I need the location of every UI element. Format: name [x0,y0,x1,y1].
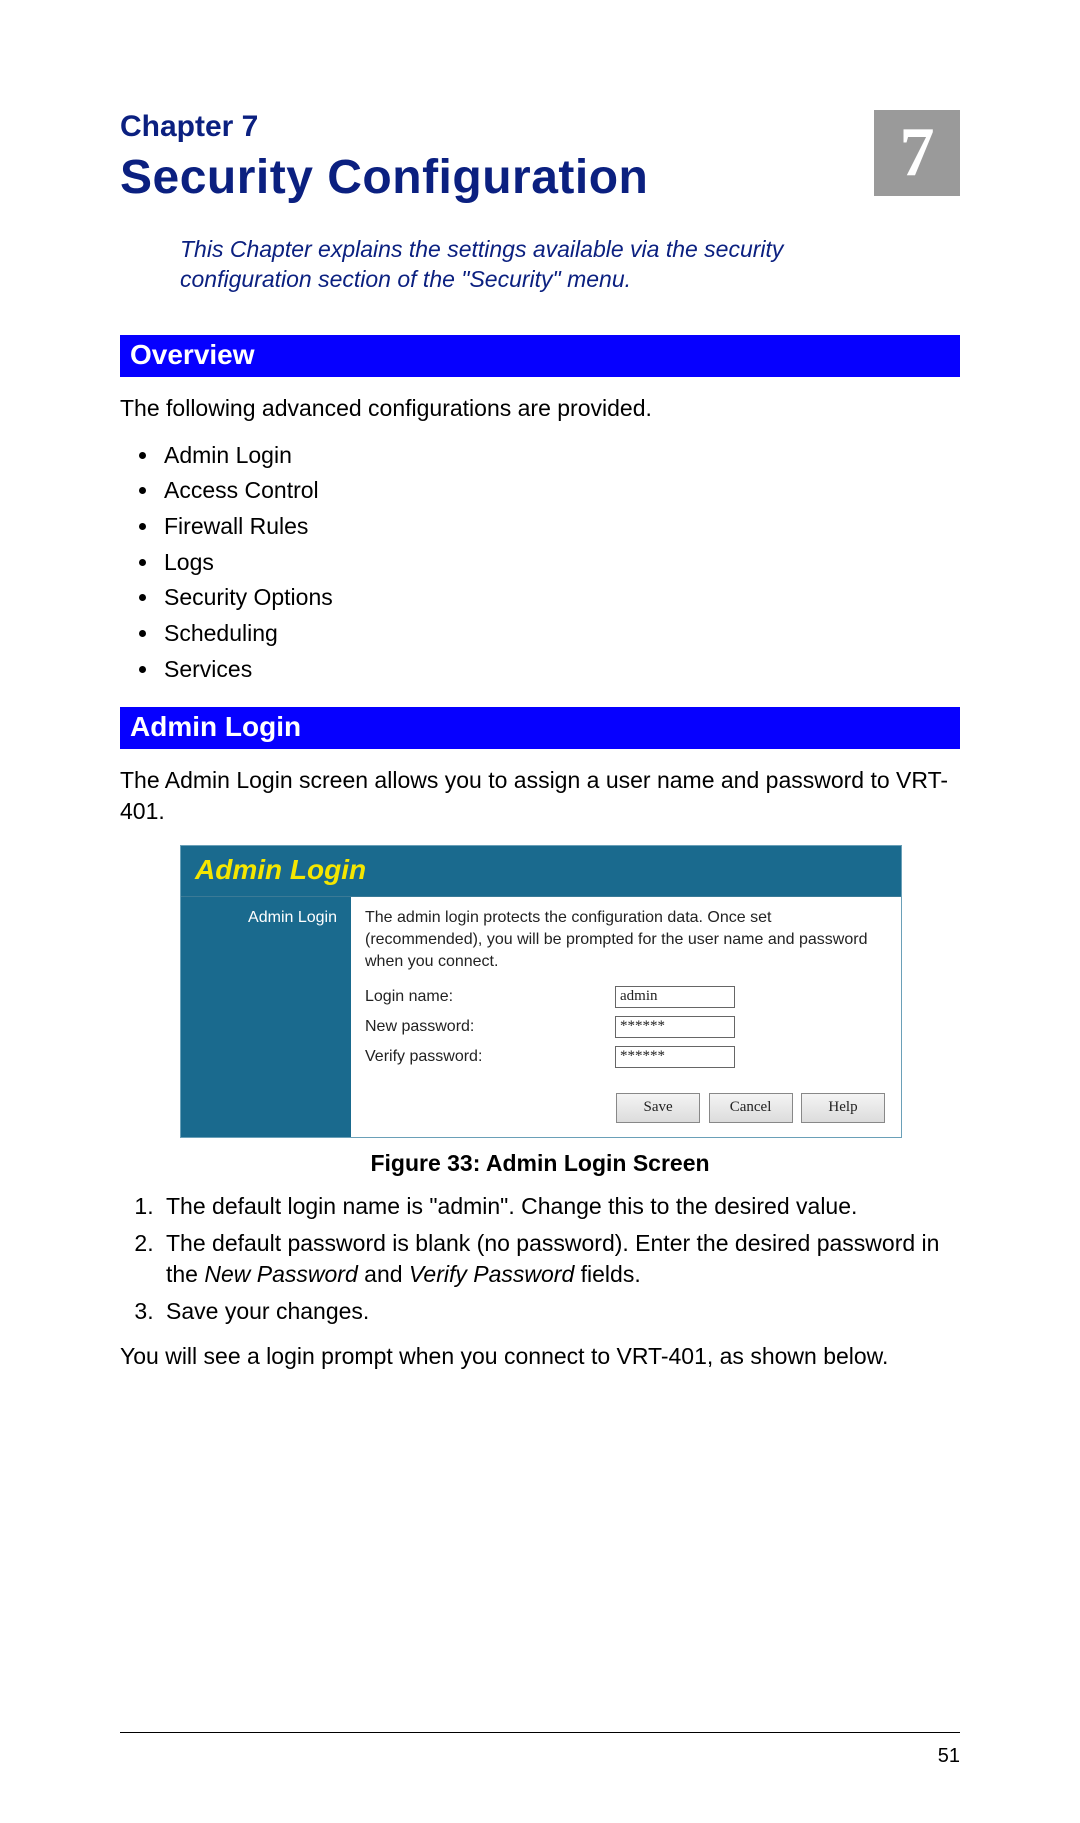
footer-rule [120,1732,960,1733]
step-item: The default login name is "admin". Chang… [160,1191,960,1222]
new-password-input[interactable]: ****** [615,1016,735,1038]
admin-login-panel: Admin Login Admin Login The admin login … [180,845,902,1138]
step-text-italic: Verify Password [409,1261,574,1287]
admin-description-text: The admin login protects the configurati… [365,907,885,972]
new-password-row: New password: ****** [365,1016,885,1038]
list-item: Services [160,652,960,688]
admin-panel-form-area: The admin login protects the configurati… [351,897,901,1137]
new-password-label: New password: [365,1018,615,1036]
chapter-intro-text: This Chapter explains the settings avail… [180,235,900,295]
section-heading-overview: Overview [120,335,960,377]
step-text-italic: New Password [204,1261,357,1287]
admin-button-row: Save Cancel Help [365,1092,885,1123]
step-item: The default password is blank (no passwo… [160,1228,960,1290]
list-item: Security Options [160,580,960,616]
admin-panel-titlebar: Admin Login [181,846,901,897]
step-text: fields. [574,1261,640,1287]
admin-panel-sidebar: Admin Login [181,897,351,1137]
steps-list: The default login name is "admin". Chang… [160,1191,960,1327]
admin-login-figure: Admin Login Admin Login The admin login … [180,845,900,1138]
admin-login-lead-text: The Admin Login screen allows you to ass… [120,765,960,827]
document-page: Chapter 7 Security Configuration 7 This … [0,0,1080,1823]
login-name-input[interactable]: admin [615,986,735,1008]
cancel-button[interactable]: Cancel [709,1093,793,1123]
help-button[interactable]: Help [801,1093,885,1123]
verify-password-label: Verify password: [365,1048,615,1066]
closing-text: You will see a login prompt when you con… [120,1341,960,1372]
overview-list: Admin Login Access Control Firewall Rule… [160,438,960,687]
list-item: Logs [160,545,960,581]
chapter-label: Chapter 7 [120,110,960,144]
figure-caption: Figure 33: Admin Login Screen [120,1150,960,1177]
login-name-row: Login name: admin [365,986,885,1008]
list-item: Access Control [160,473,960,509]
step-item: Save your changes. [160,1296,960,1327]
overview-lead-text: The following advanced configurations ar… [120,393,960,424]
admin-panel-body: Admin Login The admin login protects the… [181,897,901,1137]
save-button[interactable]: Save [616,1093,700,1123]
list-item: Admin Login [160,438,960,474]
step-text: and [358,1261,409,1287]
section-heading-admin-login: Admin Login [120,707,960,749]
verify-password-input[interactable]: ****** [615,1046,735,1068]
chapter-header: Chapter 7 Security Configuration 7 [120,110,960,205]
admin-side-label: Admin Login [248,909,337,926]
chapter-number-badge: 7 [874,110,960,196]
page-number: 51 [938,1745,960,1768]
admin-panel-title: Admin Login [195,854,366,885]
list-item: Scheduling [160,616,960,652]
login-name-label: Login name: [365,988,615,1006]
chapter-title: Security Configuration [120,150,960,205]
list-item: Firewall Rules [160,509,960,545]
verify-password-row: Verify password: ****** [365,1046,885,1068]
